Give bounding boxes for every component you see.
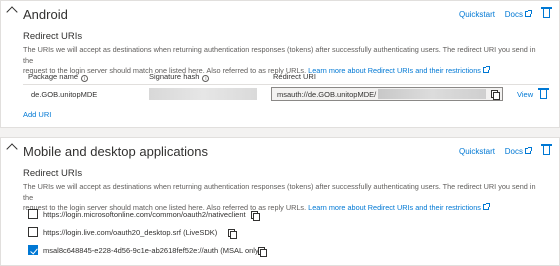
collapse-chevron-icon[interactable]	[6, 143, 18, 155]
redirect-uri-redacted	[378, 89, 486, 99]
signature-hash-redacted	[149, 88, 257, 100]
external-link-icon	[482, 203, 490, 210]
desc-line1: The URIs we will accept as destinations …	[23, 45, 536, 65]
table-divider	[23, 84, 549, 85]
android-header: Android Quickstart Docs	[1, 1, 559, 27]
copy-icon[interactable]	[251, 211, 260, 221]
mobile-header: Mobile and desktop applications Quicksta…	[1, 138, 559, 164]
column-package-name: Package name i	[28, 72, 89, 82]
uri-label: msal8c648845-e228-4d56-9c1e-ab2618fef52e…	[43, 246, 262, 255]
collapse-chevron-icon[interactable]	[6, 6, 18, 18]
delete-platform-icon[interactable]	[541, 144, 552, 155]
uri-checkbox[interactable]	[28, 227, 38, 237]
external-link-icon	[525, 147, 532, 154]
mobile-quickstart-link[interactable]: Quickstart	[459, 147, 495, 156]
delete-row-icon[interactable]	[538, 88, 549, 99]
view-button[interactable]: View	[517, 90, 533, 99]
android-docs-link[interactable]: Docs	[504, 10, 532, 19]
info-icon[interactable]: i	[81, 75, 89, 82]
docs-label: Docs	[504, 10, 523, 19]
uri-checkbox[interactable]	[28, 209, 38, 219]
redirect-uris-heading: Redirect URIs	[23, 31, 83, 42]
uri-label: https://login.microsoftonline.com/common…	[43, 210, 246, 219]
docs-label: Docs	[504, 147, 523, 156]
external-link-icon	[482, 66, 490, 73]
column-redirect-uri: Redirect URI	[273, 72, 316, 81]
copy-icon[interactable]	[228, 229, 237, 239]
mobile-docs-link[interactable]: Docs	[504, 147, 532, 156]
info-icon[interactable]: i	[202, 75, 210, 82]
learn-more-link[interactable]: Learn more about Redirect URIs and their…	[308, 66, 481, 75]
column-label: Signature hash	[149, 72, 200, 81]
package-name-value: de.GOB.unitopMDE	[31, 90, 98, 99]
mobile-title: Mobile and desktop applications	[23, 144, 209, 159]
uri-label: https://login.live.com/oauth20_desktop.s…	[43, 228, 218, 237]
add-uri-button[interactable]: Add URI	[23, 110, 51, 119]
redirect-uris-description: The URIs we will accept as destinations …	[23, 182, 538, 214]
learn-more-link[interactable]: Learn more about Redirect URIs and their…	[308, 203, 481, 212]
redirect-uri-value: msauth://de.GOB.unitopMDE/	[277, 90, 377, 99]
copy-icon[interactable]	[258, 247, 267, 257]
android-title: Android	[23, 7, 68, 22]
android-platform-card: Android Quickstart Docs Redirect URIs Th…	[0, 0, 560, 128]
column-label: Package name	[28, 72, 79, 81]
delete-platform-icon[interactable]	[541, 7, 552, 18]
column-signature-hash: Signature hash i	[149, 72, 210, 82]
desc-line1: The URIs we will accept as destinations …	[23, 182, 536, 202]
mobile-desktop-platform-card: Mobile and desktop applications Quicksta…	[0, 137, 560, 266]
redirect-uri-field[interactable]: msauth://de.GOB.unitopMDE/	[271, 87, 503, 101]
uri-checkbox-checked[interactable]	[28, 245, 38, 255]
copy-icon[interactable]	[491, 90, 500, 100]
external-link-icon	[525, 10, 532, 17]
android-quickstart-link[interactable]: Quickstart	[459, 10, 495, 19]
redirect-uris-heading: Redirect URIs	[23, 168, 83, 179]
